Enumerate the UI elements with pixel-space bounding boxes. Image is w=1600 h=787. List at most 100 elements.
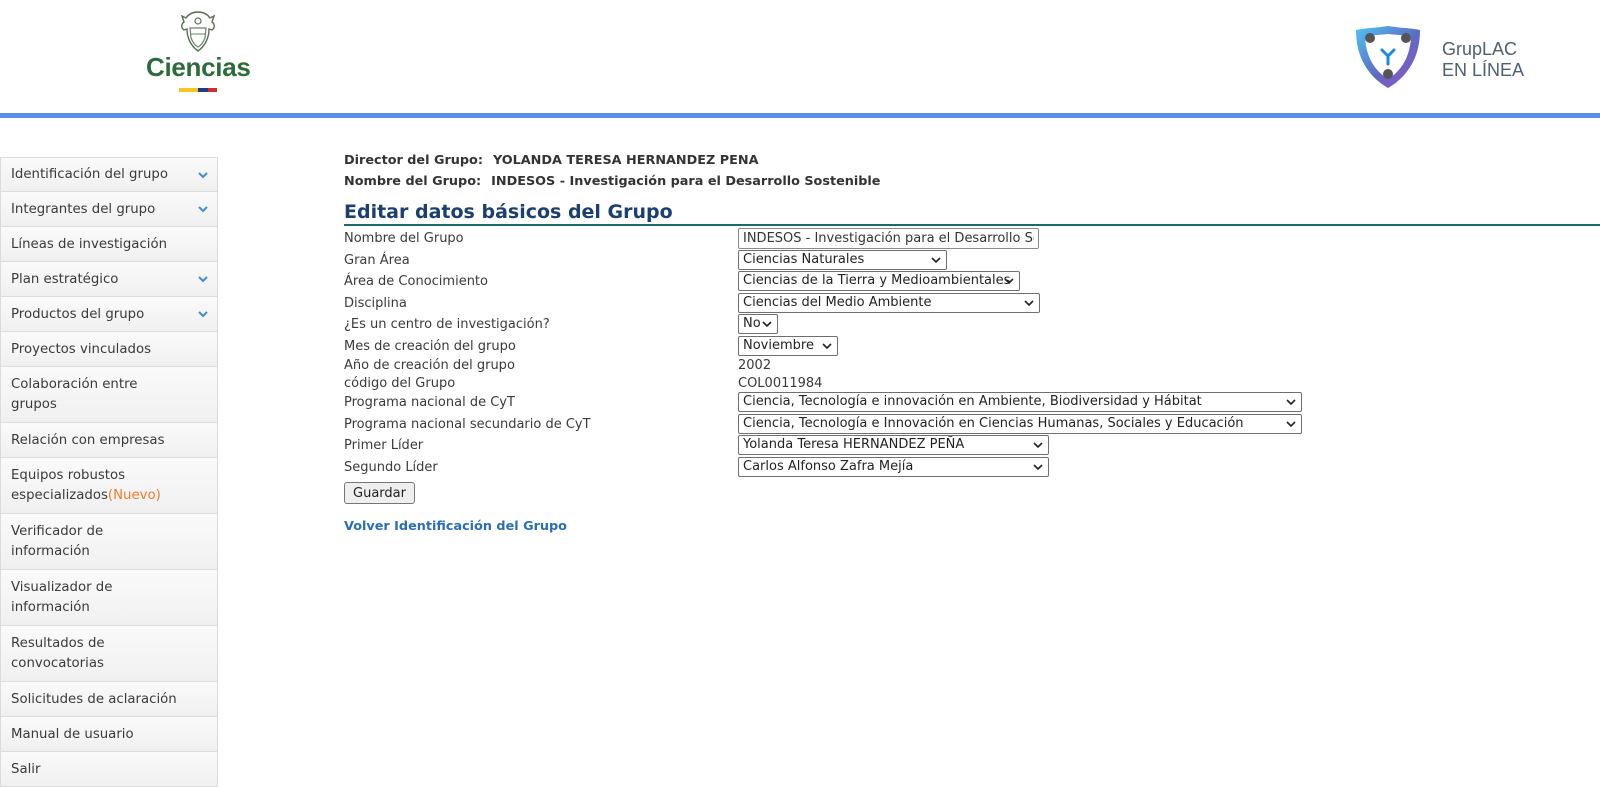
group-name-value: INDESOS - Investigación para el Desarrol… [491, 174, 881, 189]
area-select[interactable]: Ciencias de la Tierra y Medioambientales [738, 271, 1020, 291]
sidebar-item-resultados[interactable]: Resultados de convocatorias [0, 626, 218, 682]
programa-secundario-select[interactable]: Ciencia, Tecnología e Innovación en Cien… [738, 413, 1302, 434]
group-name-line: Nombre del Grupo: INDESOS - Investigación… [344, 171, 1600, 192]
form-title: Editar datos básicos del Grupo [344, 201, 673, 223]
ministry-name: Ciencias [146, 52, 251, 82]
chevron-down-icon [931, 256, 941, 263]
segundo-lider-select[interactable]: Carlos Alfonso Zafra Mejía [738, 456, 1049, 477]
chevron-down-icon [198, 206, 208, 213]
lider2-selected: Carlos Alfonso Zafra Mejía [743, 458, 914, 474]
page-header: Ciencias GrupLAC EN LÍNEA [0, 0, 1600, 113]
row-lider2: Segundo Líder Carlos Alfonso Zafra Mejía [344, 456, 1600, 479]
row-mes: Mes de creación del grupo Noviembre [344, 335, 1600, 358]
programa-label: Programa nacional de CyT [344, 395, 515, 410]
row-programa-secundario: Programa nacional secundario de CyT Cien… [344, 413, 1600, 436]
sidebar-item-verificador[interactable]: Verificador de información [0, 514, 218, 570]
mes-label: Mes de creación del grupo [344, 338, 516, 354]
sidebar-item-label: Integrantes del grupo [11, 201, 156, 217]
programa-select[interactable]: Ciencia, Tecnología e innovación en Ambi… [738, 392, 1302, 412]
sidebar-item-label: Líneas de investigación [11, 236, 168, 252]
chevron-down-icon [1004, 278, 1014, 285]
chevron-down-icon [822, 342, 832, 349]
sidebar-item-equipos[interactable]: Equipos robustos especializados(Nuevo) [0, 458, 218, 514]
programa2-label: Programa nacional secundario de CyT [344, 416, 591, 432]
sidebar-item-plan[interactable]: Plan estratégico [0, 262, 218, 297]
director-label: Director del Grupo: [344, 153, 483, 168]
back-to-identification-link[interactable]: Volver Identificación del Grupo [344, 519, 1600, 534]
chevron-down-icon [198, 311, 208, 318]
chevron-down-icon [1286, 399, 1296, 406]
chevron-down-icon [762, 321, 772, 328]
sidebar-item-manual[interactable]: Manual de usuario [0, 717, 218, 752]
sidebar-item-solicitudes[interactable]: Solicitudes de aclaración [0, 682, 218, 717]
sidebar-item-empresas[interactable]: Relación con empresas [0, 423, 218, 458]
disciplina-label: Disciplina [344, 295, 407, 311]
coat-of-arms-icon [180, 11, 216, 52]
gran-area-selected: Ciencias Naturales [743, 251, 865, 267]
chevron-down-icon [1286, 420, 1296, 427]
centro-selected: No [743, 316, 761, 331]
primer-lider-select[interactable]: Yolanda Teresa HERNANDEZ PEÑA [738, 435, 1049, 455]
header-divider [0, 113, 1600, 118]
gruplac-title-line1: GrupLAC [1442, 39, 1518, 59]
chevron-down-icon [1033, 442, 1043, 449]
codigo-label: código del Grupo [344, 375, 456, 391]
lider1-label: Primer Líder [344, 438, 424, 453]
row-lider1: Primer Líder Yolanda Teresa HERNANDEZ PE… [344, 435, 1600, 457]
centro-select[interactable]: No [738, 314, 778, 334]
gruplac-logo[interactable]: GrupLAC EN LÍNEA [1352, 22, 1532, 92]
sidebar-item-colaboracion[interactable]: Colaboración entre grupos [0, 367, 218, 423]
sidebar-item-label: Resultados de convocatorias [11, 635, 105, 671]
sidebar-item-productos[interactable]: Productos del grupo [0, 297, 218, 332]
anio-value: 2002 [738, 358, 772, 373]
sidebar-item-label: Manual de usuario [11, 726, 134, 742]
chevron-down-icon [1033, 463, 1043, 470]
lider1-selected: Yolanda Teresa HERNANDEZ PEÑA [743, 437, 965, 452]
sidebar-item-integrantes[interactable]: Integrantes del grupo [0, 192, 218, 227]
mes-select[interactable]: Noviembre [738, 335, 838, 356]
director-value: YOLANDA TERESA HERNANDEZ PENA [492, 153, 759, 168]
save-button[interactable]: Guardar [344, 482, 415, 504]
sidebar-item-label: Productos del grupo [11, 306, 145, 322]
centro-label: ¿Es un centro de investigación? [344, 317, 550, 332]
sidebar-item-lineas[interactable]: Líneas de investigación [0, 227, 218, 262]
form-title-divider [344, 224, 1600, 226]
new-badge: (Nuevo) [107, 487, 161, 503]
sidebar-item-label-wrap: Equipos robustos especializados(Nuevo) [11, 466, 161, 506]
sidebar-item-label: Visualizador de información [11, 579, 113, 615]
codigo-value: COL0011984 [738, 375, 823, 391]
sidebar-item-proyectos[interactable]: Proyectos vinculados [0, 332, 218, 367]
gran-area-label: Gran Área [344, 252, 410, 268]
ministry-logo[interactable]: Ciencias [146, 10, 251, 94]
disciplina-select[interactable]: Ciencias del Medio Ambiente [738, 292, 1040, 313]
row-area: Área de Conocimiento Ciencias de la Tier… [344, 271, 1600, 293]
sidebar-item-identificacion[interactable]: Identificación del grupo [0, 157, 218, 192]
row-codigo: código del Grupo COL0011984 [344, 375, 1600, 393]
programa2-selected: Ciencia, Tecnología e Innovación en Cien… [743, 415, 1244, 431]
row-nombre: Nombre del Grupo [344, 228, 1600, 250]
area-label: Área de Conocimiento [344, 274, 488, 289]
row-gran-area: Gran Área Ciencias Naturales [344, 249, 1600, 272]
sidebar-item-label: Colaboración entre grupos [11, 376, 138, 412]
gruplac-title-line2: EN LÍNEA [1442, 60, 1525, 80]
colombia-flag-bar [179, 88, 217, 92]
sidebar-item-label: Proyectos vinculados [11, 341, 152, 357]
gran-area-select[interactable]: Ciencias Naturales [738, 249, 947, 270]
main-content: Director del Grupo: YOLANDA TERESA HERNAN… [344, 150, 1600, 534]
programa-selected: Ciencia, Tecnología e innovación en Ambi… [743, 394, 1202, 409]
director-line: Director del Grupo: YOLANDA TERESA HERNAN… [344, 150, 1600, 171]
sidebar-item-label: Verificador de información [11, 523, 104, 559]
lider2-label: Segundo Líder [344, 459, 438, 475]
row-disciplina: Disciplina Ciencias del Medio Ambiente [344, 292, 1600, 315]
chevron-down-icon [198, 276, 208, 283]
group-name-input[interactable] [738, 228, 1039, 249]
sidebar-item-visualizador[interactable]: Visualizador de información [0, 570, 218, 626]
mes-selected: Noviembre [743, 337, 814, 353]
area-selected: Ciencias de la Tierra y Medioambientales [743, 273, 1011, 288]
sidebar-item-label: Salir [11, 761, 41, 777]
chevron-down-icon [1024, 299, 1034, 306]
gruplac-shield-icon [1356, 26, 1420, 88]
sidebar-menu: Identificación del grupo Integrantes del… [0, 157, 218, 787]
sidebar-item-salir[interactable]: Salir [0, 752, 218, 787]
row-centro: ¿Es un centro de investigación? No [344, 314, 1600, 336]
